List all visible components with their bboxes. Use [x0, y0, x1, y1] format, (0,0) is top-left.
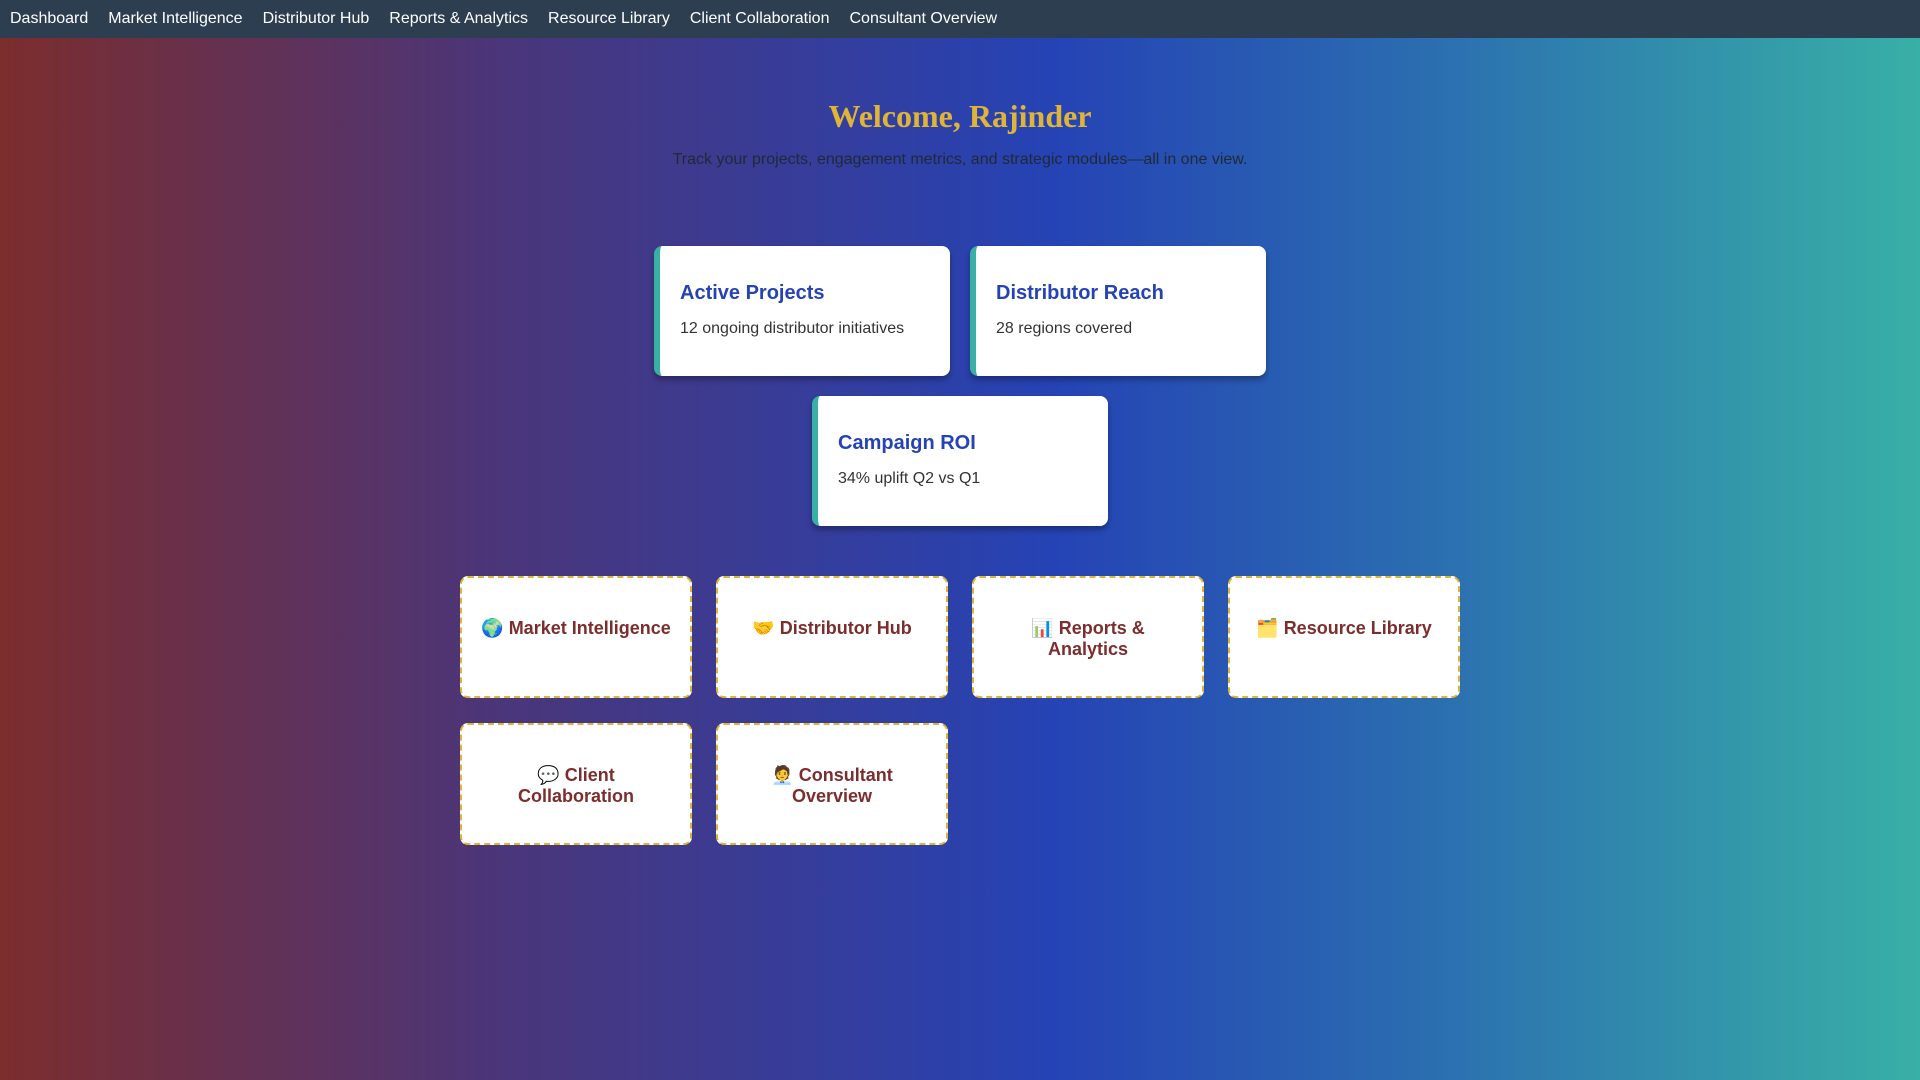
module-label: Distributor Hub — [779, 618, 912, 638]
speech-bubble-icon: 💬 — [537, 765, 560, 785]
module-client-collaboration[interactable]: 💬 Client Collaboration — [460, 723, 692, 845]
module-label: Reports & Analytics — [1047, 618, 1145, 659]
stat-card-active-projects: Active Projects 12 ongoing distributor i… — [654, 246, 950, 376]
handshake-icon: 🤝 — [752, 618, 775, 638]
welcome-subtitle: Track your projects, engagement metrics,… — [672, 151, 1248, 168]
stat-desc: 34% uplift Q2 vs Q1 — [838, 470, 981, 487]
module-resource-library[interactable]: 🗂️ Resource Library — [1228, 576, 1460, 698]
module-market-intelligence[interactable]: 🌍 Market Intelligence — [460, 576, 692, 698]
consultant-icon: 🧑‍💼 — [771, 765, 794, 785]
welcome-heading: Welcome, Rajinder — [828, 98, 1092, 134]
nav-dashboard[interactable]: Dashboard — [10, 10, 88, 28]
module-label: Resource Library — [1283, 618, 1432, 638]
nav-distributor-hub[interactable]: Distributor Hub — [263, 10, 370, 28]
stat-title: Distributor Reach — [996, 282, 1164, 304]
nav-market-intelligence[interactable]: Market Intelligence — [108, 10, 242, 28]
module-label: Consultant Overview — [791, 765, 893, 806]
nav-reports-analytics[interactable]: Reports & Analytics — [389, 10, 528, 28]
module-label: Market Intelligence — [508, 618, 671, 638]
folder-icon: 🗂️ — [1256, 618, 1279, 638]
stat-desc: 28 regions covered — [996, 320, 1133, 337]
module-consultant-overview[interactable]: 🧑‍💼 Consultant Overview — [716, 723, 948, 845]
stat-card-distributor-reach: Distributor Reach 28 regions covered — [970, 246, 1266, 376]
module-reports-analytics[interactable]: 📊 Reports & Analytics — [972, 576, 1204, 698]
stat-title: Active Projects — [680, 282, 825, 304]
stat-title: Campaign ROI — [838, 432, 976, 454]
nav-consultant-overview[interactable]: Consultant Overview — [849, 10, 997, 28]
top-nav: Dashboard Market Intelligence Distributo… — [0, 0, 1920, 38]
nav-resource-library[interactable]: Resource Library — [548, 10, 670, 28]
module-label: Client Collaboration — [518, 765, 634, 806]
module-distributor-hub[interactable]: 🤝 Distributor Hub — [716, 576, 948, 698]
stat-card-campaign-roi: Campaign ROI 34% uplift Q2 vs Q1 — [812, 396, 1108, 526]
bar-chart-icon: 📊 — [1031, 618, 1054, 638]
stat-desc: 12 ongoing distributor initiatives — [680, 320, 905, 337]
nav-client-collaboration[interactable]: Client Collaboration — [690, 10, 830, 28]
globe-icon: 🌍 — [481, 618, 504, 638]
